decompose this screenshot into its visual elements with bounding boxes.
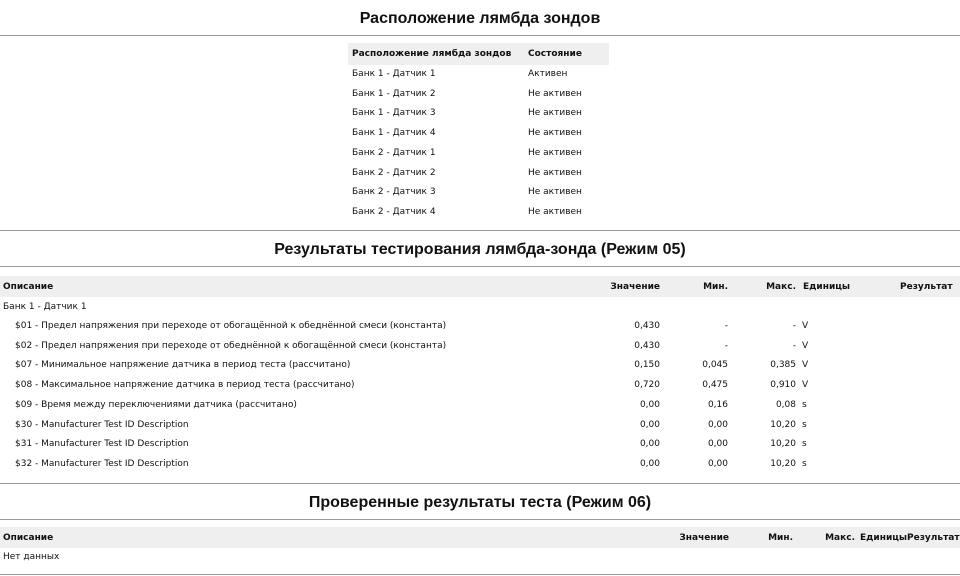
- row-min: -: [724, 321, 728, 331]
- header-min: Мин.: [768, 533, 793, 543]
- group-label: Банк 1 - Датчик 1: [3, 302, 87, 312]
- row-min: -: [724, 340, 728, 351]
- divider: [0, 519, 960, 520]
- sensor-state: Не активен: [528, 88, 582, 99]
- row-description: $09 - Время между переключениями датчика…: [15, 399, 297, 410]
- divider: [0, 35, 960, 36]
- sensor-location: Банк 1 - Датчик 3: [352, 108, 436, 119]
- row-max: -: [792, 321, 796, 331]
- sensor-location: Банк 1 - Датчик 1: [352, 69, 436, 79]
- row-max: 0,910: [770, 380, 796, 391]
- row-min: 0,00: [707, 419, 728, 430]
- mode06-section-title: Проверенные результаты теста (Режим 06): [308, 494, 652, 511]
- row-description: $30 - Manufacturer Test ID Description: [15, 419, 189, 430]
- row-max: 0,08: [775, 399, 796, 410]
- header-units: Единицы: [860, 533, 908, 543]
- row-max: 10,20: [770, 419, 796, 430]
- row-units: s: [802, 399, 807, 410]
- row-min: 0,00: [707, 439, 728, 450]
- row-description: $31 - Manufacturer Test ID Description: [15, 439, 189, 450]
- row-units: V: [802, 321, 809, 331]
- header-value: Значение: [679, 533, 729, 543]
- row-value: 0,00: [639, 419, 660, 430]
- row-units: s: [802, 458, 807, 469]
- divider: [0, 266, 960, 267]
- row-units: V: [802, 340, 809, 351]
- sensor-state: Не активен: [528, 147, 582, 158]
- row-value: 0,00: [639, 399, 660, 410]
- row-min: 0,475: [702, 380, 728, 391]
- sensor-location: Банк 2 - Датчик 1: [352, 147, 436, 158]
- header-state: Состояние: [528, 49, 582, 59]
- sensor-state: Не активен: [528, 167, 582, 178]
- header-min: Мин.: [703, 282, 728, 292]
- header-result: Результат: [907, 533, 960, 543]
- divider: [0, 230, 960, 231]
- row-value: 0,430: [634, 340, 660, 351]
- sensors-section-title: Расположение лямбда зондов: [359, 10, 601, 27]
- header-max: Макс.: [825, 533, 855, 543]
- row-units: V: [802, 380, 809, 391]
- sensor-location: Банк 2 - Датчик 4: [352, 206, 436, 217]
- header-description: Описание: [3, 533, 54, 543]
- header-location: Расположение лямбда зондов: [352, 49, 512, 59]
- row-min: 0,045: [702, 360, 728, 371]
- row-units: s: [802, 419, 807, 430]
- header-max: Макс.: [766, 282, 796, 292]
- header-description: Описание: [3, 282, 54, 292]
- row-value: 0,150: [634, 360, 660, 371]
- header-value: Значение: [610, 282, 660, 292]
- row-min: 0,00: [707, 458, 728, 469]
- mode05-section-title: Результаты тестирования лямбда-зонда (Ре…: [274, 241, 686, 258]
- row-value: 0,430: [634, 321, 660, 331]
- row-description: $08 - Максимальное напряжение датчика в …: [15, 380, 355, 391]
- row-value: 0,00: [639, 439, 660, 450]
- row-description: $07 - Минимальное напряжение датчика в п…: [15, 360, 351, 371]
- row-max: 10,20: [770, 439, 796, 450]
- sensor-location: Банк 2 - Датчик 3: [352, 187, 436, 198]
- divider: [0, 483, 960, 484]
- row-max: 10,20: [770, 458, 796, 469]
- row-units: s: [802, 439, 807, 450]
- header-units: Единицы: [803, 282, 851, 292]
- empty-text: Нет данных: [3, 552, 60, 562]
- sensor-location: Банк 1 - Датчик 4: [352, 128, 436, 139]
- row-value: 0,720: [634, 380, 660, 391]
- sensor-state: Не активен: [528, 206, 582, 217]
- header-result: Результат: [900, 282, 953, 292]
- sensor-state: Не активен: [528, 187, 582, 198]
- sensor-state: Активен: [528, 69, 568, 79]
- sensor-state: Не активен: [528, 108, 582, 119]
- row-description: $32 - Manufacturer Test ID Description: [15, 458, 189, 469]
- row-value: 0,00: [639, 458, 660, 469]
- row-min: 0,16: [707, 399, 728, 410]
- sensor-location: Банк 2 - Датчик 2: [352, 167, 436, 178]
- sensor-location: Банк 1 - Датчик 2: [352, 88, 436, 99]
- divider: [0, 574, 960, 575]
- row-max: 0,385: [770, 360, 796, 371]
- row-description: $01 - Предел напряжения при переходе от …: [15, 321, 447, 331]
- row-description: $02 - Предел напряжения при переходе от …: [15, 340, 447, 351]
- sensor-state: Не активен: [528, 128, 582, 139]
- row-max: -: [792, 340, 796, 351]
- row-units: V: [802, 360, 809, 371]
